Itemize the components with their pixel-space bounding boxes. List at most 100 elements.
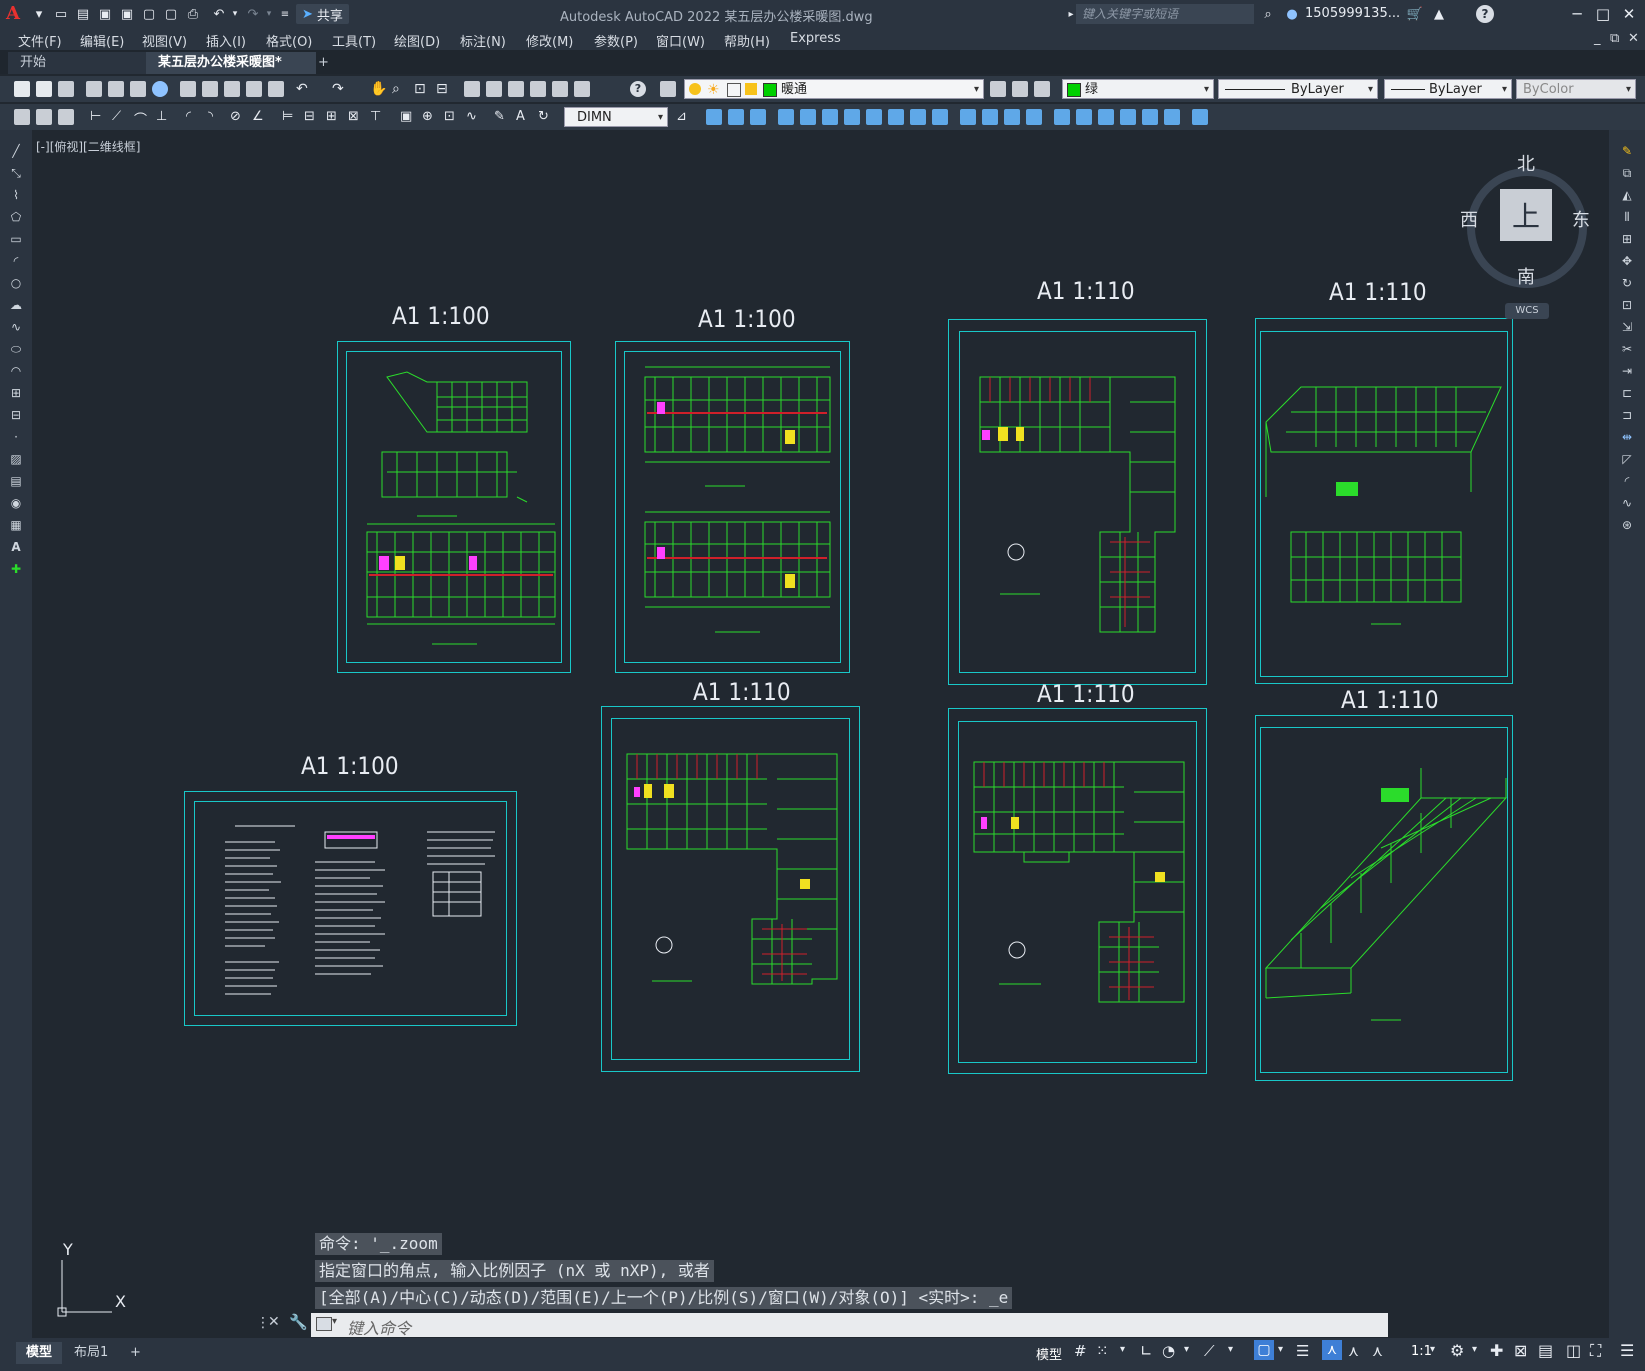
model-space-toggle[interactable]: 模型 [1036, 1344, 1062, 1363]
open-icon[interactable] [36, 81, 52, 97]
save-icon[interactable]: ▣ [96, 5, 114, 23]
menu-help[interactable]: 帮助(H) [724, 31, 770, 50]
menu-window[interactable]: 窗口(W) [656, 31, 705, 50]
compass-south[interactable]: 南 [1517, 263, 1535, 289]
menu-draw[interactable]: 绘图(D) [394, 31, 440, 50]
new-tab-button[interactable]: + [306, 52, 341, 74]
design-center-icon[interactable] [486, 81, 502, 97]
arc-icon[interactable]: ◜ [9, 254, 23, 268]
blend-curves-icon[interactable]: ∿ [1620, 496, 1634, 510]
move-icon[interactable]: ✥ [1620, 254, 1634, 268]
close-window-icon[interactable]: ✕ [1616, 2, 1642, 26]
insert-block-icon[interactable] [14, 109, 30, 125]
plot-preview-icon[interactable] [108, 81, 124, 97]
block-editor-icon[interactable] [268, 81, 284, 97]
copy-object-icon[interactable]: ⧉ [1620, 166, 1634, 180]
break-at-point-icon[interactable]: ⊏ [1620, 386, 1634, 400]
array-icon[interactable]: ⊞ [1620, 232, 1634, 246]
dimension-text-edit-icon[interactable]: A [516, 109, 532, 125]
menu-view[interactable]: 视图(V) [142, 31, 187, 50]
layer-thaw-icon[interactable]: ☀ [707, 80, 720, 100]
baseline-dimension-icon[interactable]: ⊟ [304, 109, 320, 125]
customization-menu-icon[interactable]: ☰ [1620, 1341, 1634, 1360]
user-account-name[interactable]: 1505999135... [1305, 6, 1400, 21]
section-icon[interactable] [1004, 109, 1020, 125]
plotstyle-dropdown[interactable]: ByColor ▾ [1516, 79, 1636, 99]
radius-dimension-icon[interactable]: ◜ [186, 109, 202, 125]
menu-file[interactable]: 文件(F) [18, 31, 62, 50]
maximize-window-icon[interactable]: □ [1590, 2, 1616, 26]
arc-length-icon[interactable]: ⌒ [134, 109, 150, 128]
quick-properties-icon[interactable]: ▤ [1538, 1341, 1553, 1360]
layer-states-icon[interactable] [1034, 81, 1050, 97]
line-icon[interactable]: ╱ [9, 144, 23, 158]
object-snap-icon[interactable]: ▢ [1254, 1340, 1274, 1360]
object-snap-dropdown-icon[interactable]: ▾ [1278, 1344, 1283, 1355]
shell-icon[interactable] [1098, 109, 1114, 125]
ortho-icon[interactable]: ∟ [1140, 1342, 1153, 1360]
clean-icon[interactable] [1192, 109, 1208, 125]
thicken-icon[interactable] [1076, 109, 1092, 125]
redo-toolbar-icon[interactable]: ↷ [332, 81, 348, 97]
extrude-icon[interactable] [822, 109, 838, 125]
menu-dimension[interactable]: 标注(N) [460, 31, 506, 50]
lineweight-dropdown[interactable]: ByLayer ▾ [1384, 79, 1512, 99]
compass-west[interactable]: 西 [1460, 206, 1478, 232]
revolve-icon[interactable] [844, 109, 860, 125]
offset-icon[interactable]: ⫴ [1620, 210, 1634, 224]
scale-icon[interactable]: ⊡ [1620, 298, 1634, 312]
interfere-icon[interactable] [1026, 109, 1042, 125]
match-properties-icon[interactable] [246, 81, 262, 97]
workspace-gear-icon[interactable]: ⚙ [1450, 1341, 1464, 1360]
make-block-icon[interactable] [36, 109, 52, 125]
menu-insert[interactable]: 插入(I) [206, 31, 246, 50]
3d-dwf-icon[interactable] [152, 81, 168, 97]
3d-mirror-icon[interactable] [778, 109, 794, 125]
polyline-icon[interactable]: ⌇ [9, 188, 23, 202]
flatshot-icon[interactable] [1054, 109, 1070, 125]
drawing-sheet[interactable] [948, 319, 1207, 685]
paste-icon[interactable] [224, 81, 240, 97]
multiline-text-icon[interactable]: A [9, 540, 23, 554]
auto-scale-icon[interactable]: ⋏ [1348, 1342, 1359, 1360]
ellipse-icon[interactable]: ⬭ [9, 342, 23, 356]
drawing-sheet[interactable] [1255, 318, 1513, 684]
tab-current-drawing[interactable]: 某五层办公楼采暖图* ✕ [146, 52, 316, 92]
annotation-scale-value[interactable]: 1:1 [1411, 1344, 1432, 1359]
user-icon[interactable]: ● [1283, 5, 1301, 23]
fillet-icon[interactable]: ◜ [1620, 474, 1634, 488]
snap-icon[interactable]: ⁙ [1096, 1342, 1109, 1360]
loft-icon[interactable] [888, 109, 904, 125]
help-icon[interactable]: ? [1476, 5, 1494, 23]
gradient-icon[interactable]: ▤ [9, 474, 23, 488]
sweep-icon[interactable] [866, 109, 882, 125]
copy-icon[interactable] [202, 81, 218, 97]
workspace-dropdown-icon[interactable]: ▾ [1472, 1344, 1477, 1355]
rectangle-icon[interactable]: ▭ [9, 232, 23, 246]
3d-align-icon[interactable] [750, 109, 766, 125]
rotate-icon[interactable]: ↻ [1620, 276, 1634, 290]
drawing-sheet[interactable] [948, 708, 1207, 1074]
tab-start[interactable]: 开始 [8, 52, 152, 74]
linetype-dropdown[interactable]: ByLayer ▾ [1218, 79, 1378, 99]
dimension-space-icon[interactable]: ⊠ [348, 109, 364, 125]
layer-walk-icon[interactable] [58, 109, 74, 125]
region-icon[interactable]: ◉ [9, 496, 23, 510]
undo-dropdown-icon[interactable]: ▾ [226, 5, 244, 23]
app-menu-chevron-icon[interactable]: ▾ [30, 5, 48, 23]
open-web-icon[interactable]: ▢ [140, 5, 158, 23]
hardware-acceleration-icon[interactable]: ◫ [1566, 1341, 1581, 1360]
open-file-icon[interactable]: ▤ [74, 5, 92, 23]
color-dropdown[interactable]: 绿 ▾ [1062, 79, 1214, 99]
quickcalc-icon[interactable] [574, 81, 590, 97]
extend-icon[interactable]: ⇥ [1620, 364, 1634, 378]
diameter-dimension-icon[interactable]: ⊘ [230, 109, 246, 125]
menu-format[interactable]: 格式(O) [266, 31, 312, 50]
intersect-icon[interactable] [960, 109, 976, 125]
linear-dimension-icon[interactable]: ⊢ [90, 109, 106, 125]
3d-move-icon[interactable] [706, 109, 722, 125]
plot-icon[interactable]: ⎙ [184, 5, 202, 23]
erase-icon[interactable]: ✎ [1620, 144, 1634, 158]
make-current-layer-icon[interactable] [990, 81, 1006, 97]
polar-dropdown-icon[interactable]: ▾ [1184, 1344, 1189, 1355]
